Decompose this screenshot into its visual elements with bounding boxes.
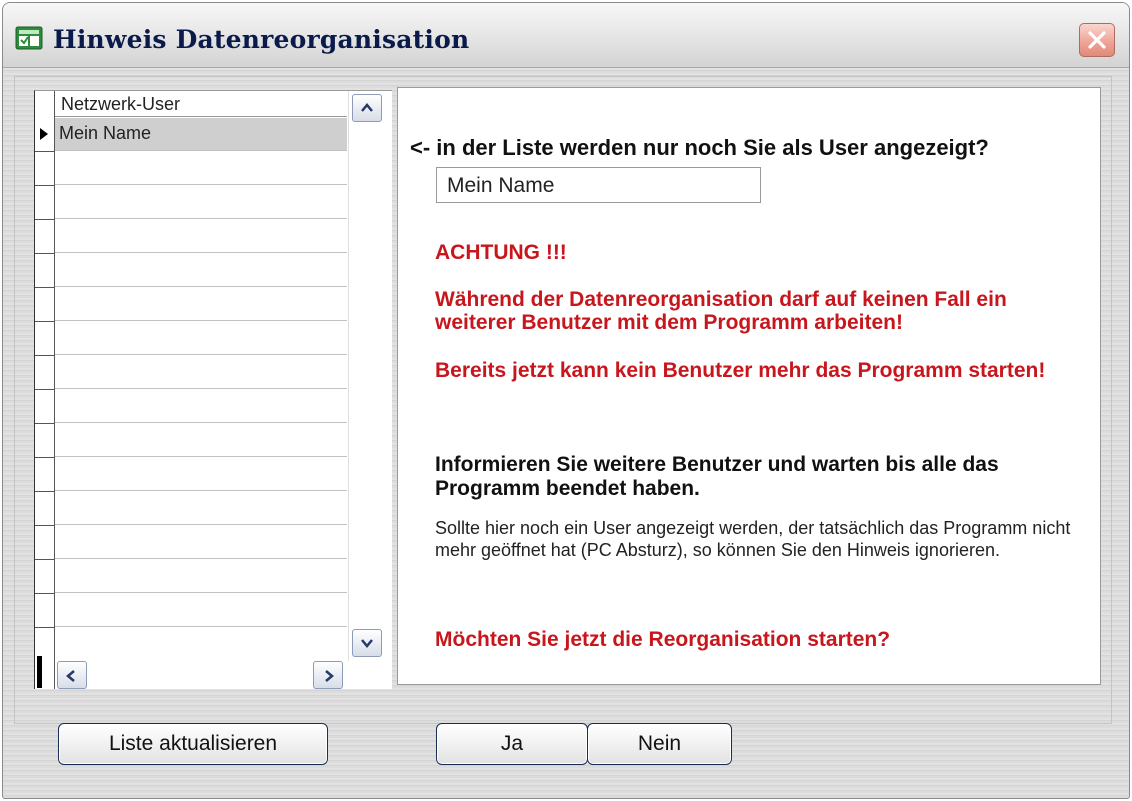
row-indicator-line bbox=[35, 525, 54, 526]
row-indicator-line bbox=[35, 355, 54, 356]
scroll-right-button[interactable] bbox=[313, 661, 343, 689]
table-row[interactable] bbox=[55, 594, 347, 627]
current-user-field[interactable]: Mein Name bbox=[436, 167, 761, 203]
row-indicator-line bbox=[35, 253, 54, 254]
scroll-right-icon bbox=[325, 670, 334, 682]
warning-text-1: Während der Datenreorganisation darf auf… bbox=[435, 288, 1007, 334]
table-row[interactable] bbox=[55, 186, 347, 219]
row-indicator-line bbox=[35, 389, 54, 390]
row-indicator-line bbox=[35, 627, 54, 628]
row-indicator-line bbox=[35, 457, 54, 458]
row-indicator-line bbox=[35, 491, 54, 492]
network-user-grid[interactable]: Netzwerk-User Mein Name bbox=[34, 90, 392, 689]
table-row[interactable] bbox=[55, 254, 347, 287]
table-row[interactable] bbox=[55, 424, 347, 457]
info-panel: <- in der Liste werden nur noch Sie als … bbox=[397, 87, 1101, 685]
no-button[interactable]: Nein bbox=[587, 723, 732, 765]
table-row[interactable] bbox=[55, 152, 347, 185]
close-button[interactable] bbox=[1079, 23, 1115, 57]
user-question-text: <- in der Liste werden nur noch Sie als … bbox=[410, 135, 989, 160]
row-indicator-line bbox=[35, 185, 54, 186]
vertical-scrollbar[interactable] bbox=[348, 91, 391, 661]
row-indicator-line bbox=[35, 423, 54, 424]
scroll-left-button[interactable] bbox=[57, 661, 87, 689]
row-indicator-line bbox=[35, 321, 54, 322]
table-row[interactable]: Mein Name bbox=[55, 118, 347, 151]
row-indicator-line bbox=[35, 559, 54, 560]
start-reorganisation-question: Möchten Sie jetzt die Reorganisation sta… bbox=[435, 628, 891, 651]
table-row[interactable] bbox=[55, 458, 347, 491]
table-row[interactable] bbox=[55, 560, 347, 593]
yes-button[interactable]: Ja bbox=[436, 723, 588, 765]
ignore-hint-text: Sollte hier noch ein User angezeigt werd… bbox=[435, 518, 1071, 560]
scroll-up-icon bbox=[361, 103, 373, 112]
window-title: Hinweis Datenreorganisation bbox=[53, 25, 470, 54]
row-indicator-line bbox=[35, 593, 54, 594]
row-indicator-line bbox=[35, 287, 54, 288]
table-row[interactable] bbox=[55, 288, 347, 321]
refresh-list-button[interactable]: Liste aktualisieren bbox=[58, 723, 328, 765]
scroll-up-button[interactable] bbox=[352, 94, 382, 122]
row-selector-icon bbox=[40, 128, 48, 140]
scroll-down-icon bbox=[361, 639, 373, 648]
title-bar[interactable]: Hinweis Datenreorganisation bbox=[3, 3, 1129, 68]
close-icon bbox=[1088, 31, 1106, 49]
table-row[interactable] bbox=[55, 526, 347, 559]
app-icon bbox=[15, 26, 43, 50]
achtung-heading: ACHTUNG !!! bbox=[435, 241, 567, 264]
warning-text-2: Bereits jetzt kann kein Benutzer mehr da… bbox=[435, 359, 1046, 382]
grid-corner-marker bbox=[37, 656, 42, 688]
table-row[interactable] bbox=[55, 356, 347, 389]
table-row[interactable] bbox=[55, 492, 347, 525]
table-row[interactable] bbox=[55, 220, 347, 253]
inform-users-text: Informieren Sie weitere Benutzer und war… bbox=[435, 453, 999, 500]
row-indicator-line bbox=[35, 219, 54, 220]
table-row[interactable] bbox=[55, 390, 347, 423]
table-row[interactable] bbox=[55, 322, 347, 355]
horizontal-scrollbar[interactable] bbox=[55, 659, 347, 689]
user-name-cell: Mein Name bbox=[59, 123, 152, 143]
scroll-left-icon bbox=[66, 670, 75, 682]
row-indicator-column bbox=[35, 91, 55, 689]
scroll-down-button[interactable] bbox=[352, 629, 382, 657]
grid-header-netzwerk-user[interactable]: Netzwerk-User bbox=[55, 91, 347, 117]
row-indicator-line bbox=[35, 151, 54, 152]
